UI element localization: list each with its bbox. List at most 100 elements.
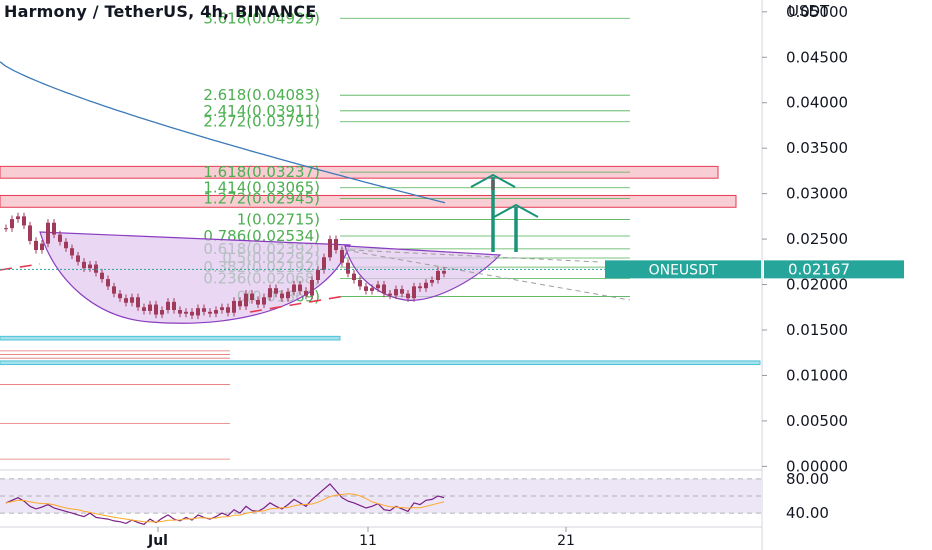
- candle-body: [58, 234, 62, 242]
- candle-body: [364, 286, 368, 291]
- candle-body: [430, 280, 434, 283]
- support-zone: [0, 335, 341, 341]
- candle-body: [172, 301, 176, 310]
- candle-body: [208, 311, 212, 314]
- candle-body: [142, 307, 146, 311]
- candle-body: [94, 264, 98, 273]
- currency-label: USDT: [788, 2, 830, 20]
- symbol-label: ONEUSDT: [649, 262, 718, 278]
- candle-body: [280, 293, 284, 299]
- candle-body: [16, 216, 20, 220]
- candle-body: [244, 293, 248, 307]
- candlestick-chart[interactable]: 0.050000.045000.040000.035000.030000.025…: [0, 0, 932, 550]
- fib-label: 1.272(0.02945): [203, 190, 320, 208]
- candle-body: [124, 298, 128, 303]
- candle-body: [46, 222, 50, 244]
- candle-body: [148, 304, 152, 311]
- candle-body: [406, 293, 410, 299]
- candle-body: [436, 270, 440, 280]
- fib-label: 2.272(0.03791): [203, 113, 320, 131]
- price-tick-label: 0.01500: [786, 321, 848, 339]
- candle-body: [388, 293, 392, 296]
- candle-body: [256, 300, 260, 305]
- candle-body: [34, 240, 38, 250]
- candle-body: [220, 307, 224, 310]
- candle-body: [130, 297, 134, 303]
- candle-body: [442, 270, 446, 274]
- candle-body: [4, 228, 8, 230]
- price-tick-label: 0.00500: [786, 412, 848, 430]
- candle-body: [178, 310, 182, 314]
- price-tick-label: 0.01000: [786, 366, 848, 384]
- candle-body: [184, 311, 188, 314]
- candle-body: [352, 273, 356, 280]
- candle-body: [298, 284, 302, 291]
- candle-body: [154, 304, 158, 315]
- candle-body: [382, 284, 386, 294]
- candle-body: [40, 243, 44, 250]
- candle-body: [28, 225, 32, 241]
- candle-body: [418, 286, 422, 289]
- rsi-tick-label: 40.00: [786, 504, 829, 522]
- candle-body: [52, 222, 56, 235]
- candle-body: [262, 297, 266, 305]
- candle-body: [196, 308, 200, 316]
- support-zone: [0, 360, 761, 366]
- candle-body: [70, 248, 74, 256]
- candle-body: [340, 250, 344, 263]
- candle-body: [64, 241, 68, 249]
- fib-label: 1(0.02715): [237, 211, 320, 229]
- candle-body: [304, 290, 308, 296]
- chart-title: Harmony / TetherUS, 4h, BINANCE: [4, 2, 317, 21]
- candle-body: [346, 262, 350, 274]
- time-tick-label: Jul: [147, 533, 168, 549]
- candle-body: [88, 264, 92, 269]
- candle-body: [268, 288, 272, 298]
- last-price-label: 0.02167: [788, 260, 850, 278]
- candle-body: [112, 286, 116, 294]
- candle-body: [214, 310, 218, 314]
- time-tick-label: 21: [557, 533, 575, 549]
- candle-body: [238, 300, 242, 307]
- candle-body: [106, 279, 110, 287]
- candle-body: [286, 291, 290, 299]
- candle-body: [310, 280, 314, 296]
- candle-body: [334, 239, 338, 250]
- cup-pattern: [39, 231, 351, 324]
- candle-body: [394, 289, 398, 296]
- candle-body: [232, 300, 236, 313]
- candle-body: [10, 219, 14, 229]
- candle-body: [118, 293, 122, 299]
- price-tick-label: 0.04000: [786, 94, 848, 112]
- candle-body: [100, 272, 104, 280]
- time-tick-label: 11: [359, 533, 377, 549]
- price-tick-label: 0.03000: [786, 185, 848, 203]
- candle-body: [22, 216, 26, 226]
- price-tick-label: 0.02500: [786, 230, 848, 248]
- candle-body: [250, 293, 254, 300]
- price-tick-label: 0.04500: [786, 48, 848, 66]
- candle-body: [322, 257, 326, 270]
- candle-body: [190, 311, 194, 316]
- candle-body: [292, 284, 296, 292]
- candle-body: [328, 239, 332, 258]
- candle-body: [202, 308, 206, 312]
- candle-body: [316, 270, 320, 280]
- candle-body: [226, 307, 230, 313]
- candle-body: [136, 297, 140, 308]
- price-tick-label: 0.03500: [786, 139, 848, 157]
- candle-body: [82, 261, 86, 269]
- handle-pattern: [344, 245, 502, 301]
- candle-body: [166, 301, 170, 310]
- candle-body: [274, 288, 278, 294]
- candle-body: [358, 280, 362, 287]
- rsi-tick-label: 80.00: [786, 470, 829, 488]
- candle-body: [412, 286, 416, 299]
- candle-body: [424, 282, 428, 289]
- chart-stage: 0.05000 0.04500 0.04000 0.03500 0.03000 0.025…: [0, 0, 932, 550]
- candle-body: [376, 284, 380, 289]
- candle-body: [370, 288, 374, 291]
- resistance-zone: [0, 194, 737, 208]
- candle-body: [160, 310, 164, 315]
- candle-body: [400, 289, 404, 294]
